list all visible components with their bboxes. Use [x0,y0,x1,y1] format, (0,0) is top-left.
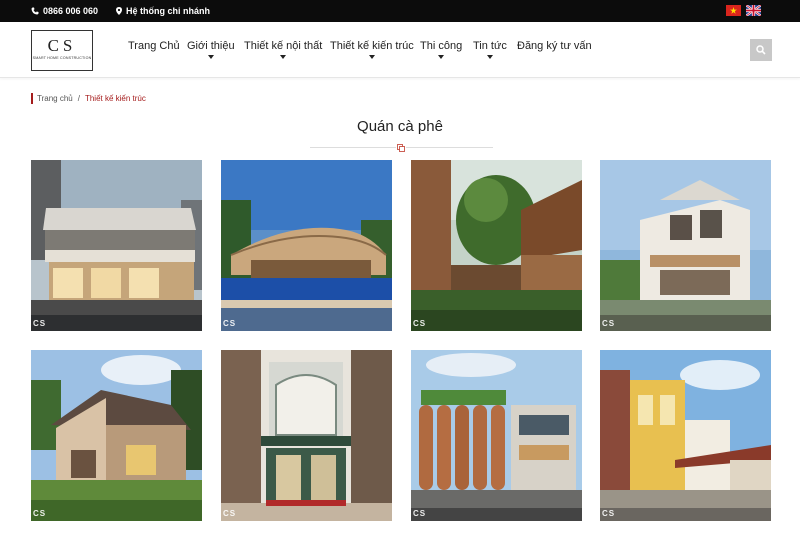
watermark-label: CS [413,509,427,518]
nav-item-about[interactable]: Giới thiệu [187,40,235,59]
logo-tagline: SMART HOME CONSTRUCTION [32,56,92,60]
nav-item-home[interactable]: Trang Chủ [128,40,180,52]
top-bar: 0866 006 060 Hệ thống chi nhánh [0,0,800,22]
search-button[interactable] [750,39,772,61]
site-header: CS SMART HOME CONSTRUCTION Trang Chủ Giớ… [0,22,800,78]
breadcrumb-home[interactable]: Trang chủ [37,93,73,104]
chevron-down-icon [486,55,493,59]
breadcrumb: Trang chủ / Thiết kế kiến trúc [31,93,146,104]
page-title: Quán cà phê [357,118,443,135]
watermark-label: CS [223,319,237,328]
branch-link[interactable]: Hệ thống chi nhánh [116,0,210,22]
nav-item-consultation[interactable]: Đăng ký tư vấn [517,40,592,52]
nav-item-architecture-design[interactable]: Thiết kế kiến trúc [330,40,414,59]
vi-flag-icon[interactable] [726,5,741,16]
phone-contact[interactable]: 0866 006 060 [31,0,98,22]
search-icon [756,45,766,55]
logo-mark: CS [47,36,77,55]
nav-label: Thiết kế nội thất [244,40,323,52]
chevron-down-icon [368,55,375,59]
watermark-label: CS [33,509,47,518]
nav-label: Tin tức [473,40,507,52]
watermark-label: CS [33,319,47,328]
project-image-8[interactable]: CS [600,350,771,521]
project-image-1[interactable]: CS [31,160,202,331]
project-image-4[interactable]: CS [600,160,771,331]
nav-item-construction[interactable]: Thi công [420,40,463,59]
watermark-label: CS [602,319,616,328]
nav-label: Thi công [420,40,463,52]
phone-icon [31,7,39,15]
en-flag-icon[interactable] [746,5,761,16]
watermark-label: CS [413,319,427,328]
nav-label: Giới thiệu [187,40,235,52]
breadcrumb-current: Thiết kế kiến trúc [84,94,146,103]
watermark-label: CS [223,509,237,518]
chevron-down-icon [280,55,287,59]
project-image-6[interactable]: CS [221,350,392,521]
nav-item-interior-design[interactable]: Thiết kế nội thất [244,40,323,59]
chevron-down-icon [207,55,214,59]
title-ornament-icon [396,143,406,152]
project-image-2[interactable]: CS [221,160,392,331]
breadcrumb-separator: / [77,94,80,103]
nav-label: Thiết kế kiến trúc [330,40,414,52]
nav-item-news[interactable]: Tin tức [473,40,507,59]
nav-label: Trang Chủ [128,40,180,52]
project-image-5[interactable]: CS [31,350,202,521]
branch-label: Hệ thống chi nhánh [126,6,210,16]
chevron-down-icon [438,55,445,59]
phone-number: 0866 006 060 [43,6,99,16]
site-logo[interactable]: CS SMART HOME CONSTRUCTION [31,30,93,71]
map-pin-icon [116,7,122,15]
watermark-label: CS [602,509,616,518]
project-image-7[interactable]: CS [411,350,582,521]
project-image-3[interactable]: CS [411,160,582,331]
nav-label: Đăng ký tư vấn [517,40,592,52]
